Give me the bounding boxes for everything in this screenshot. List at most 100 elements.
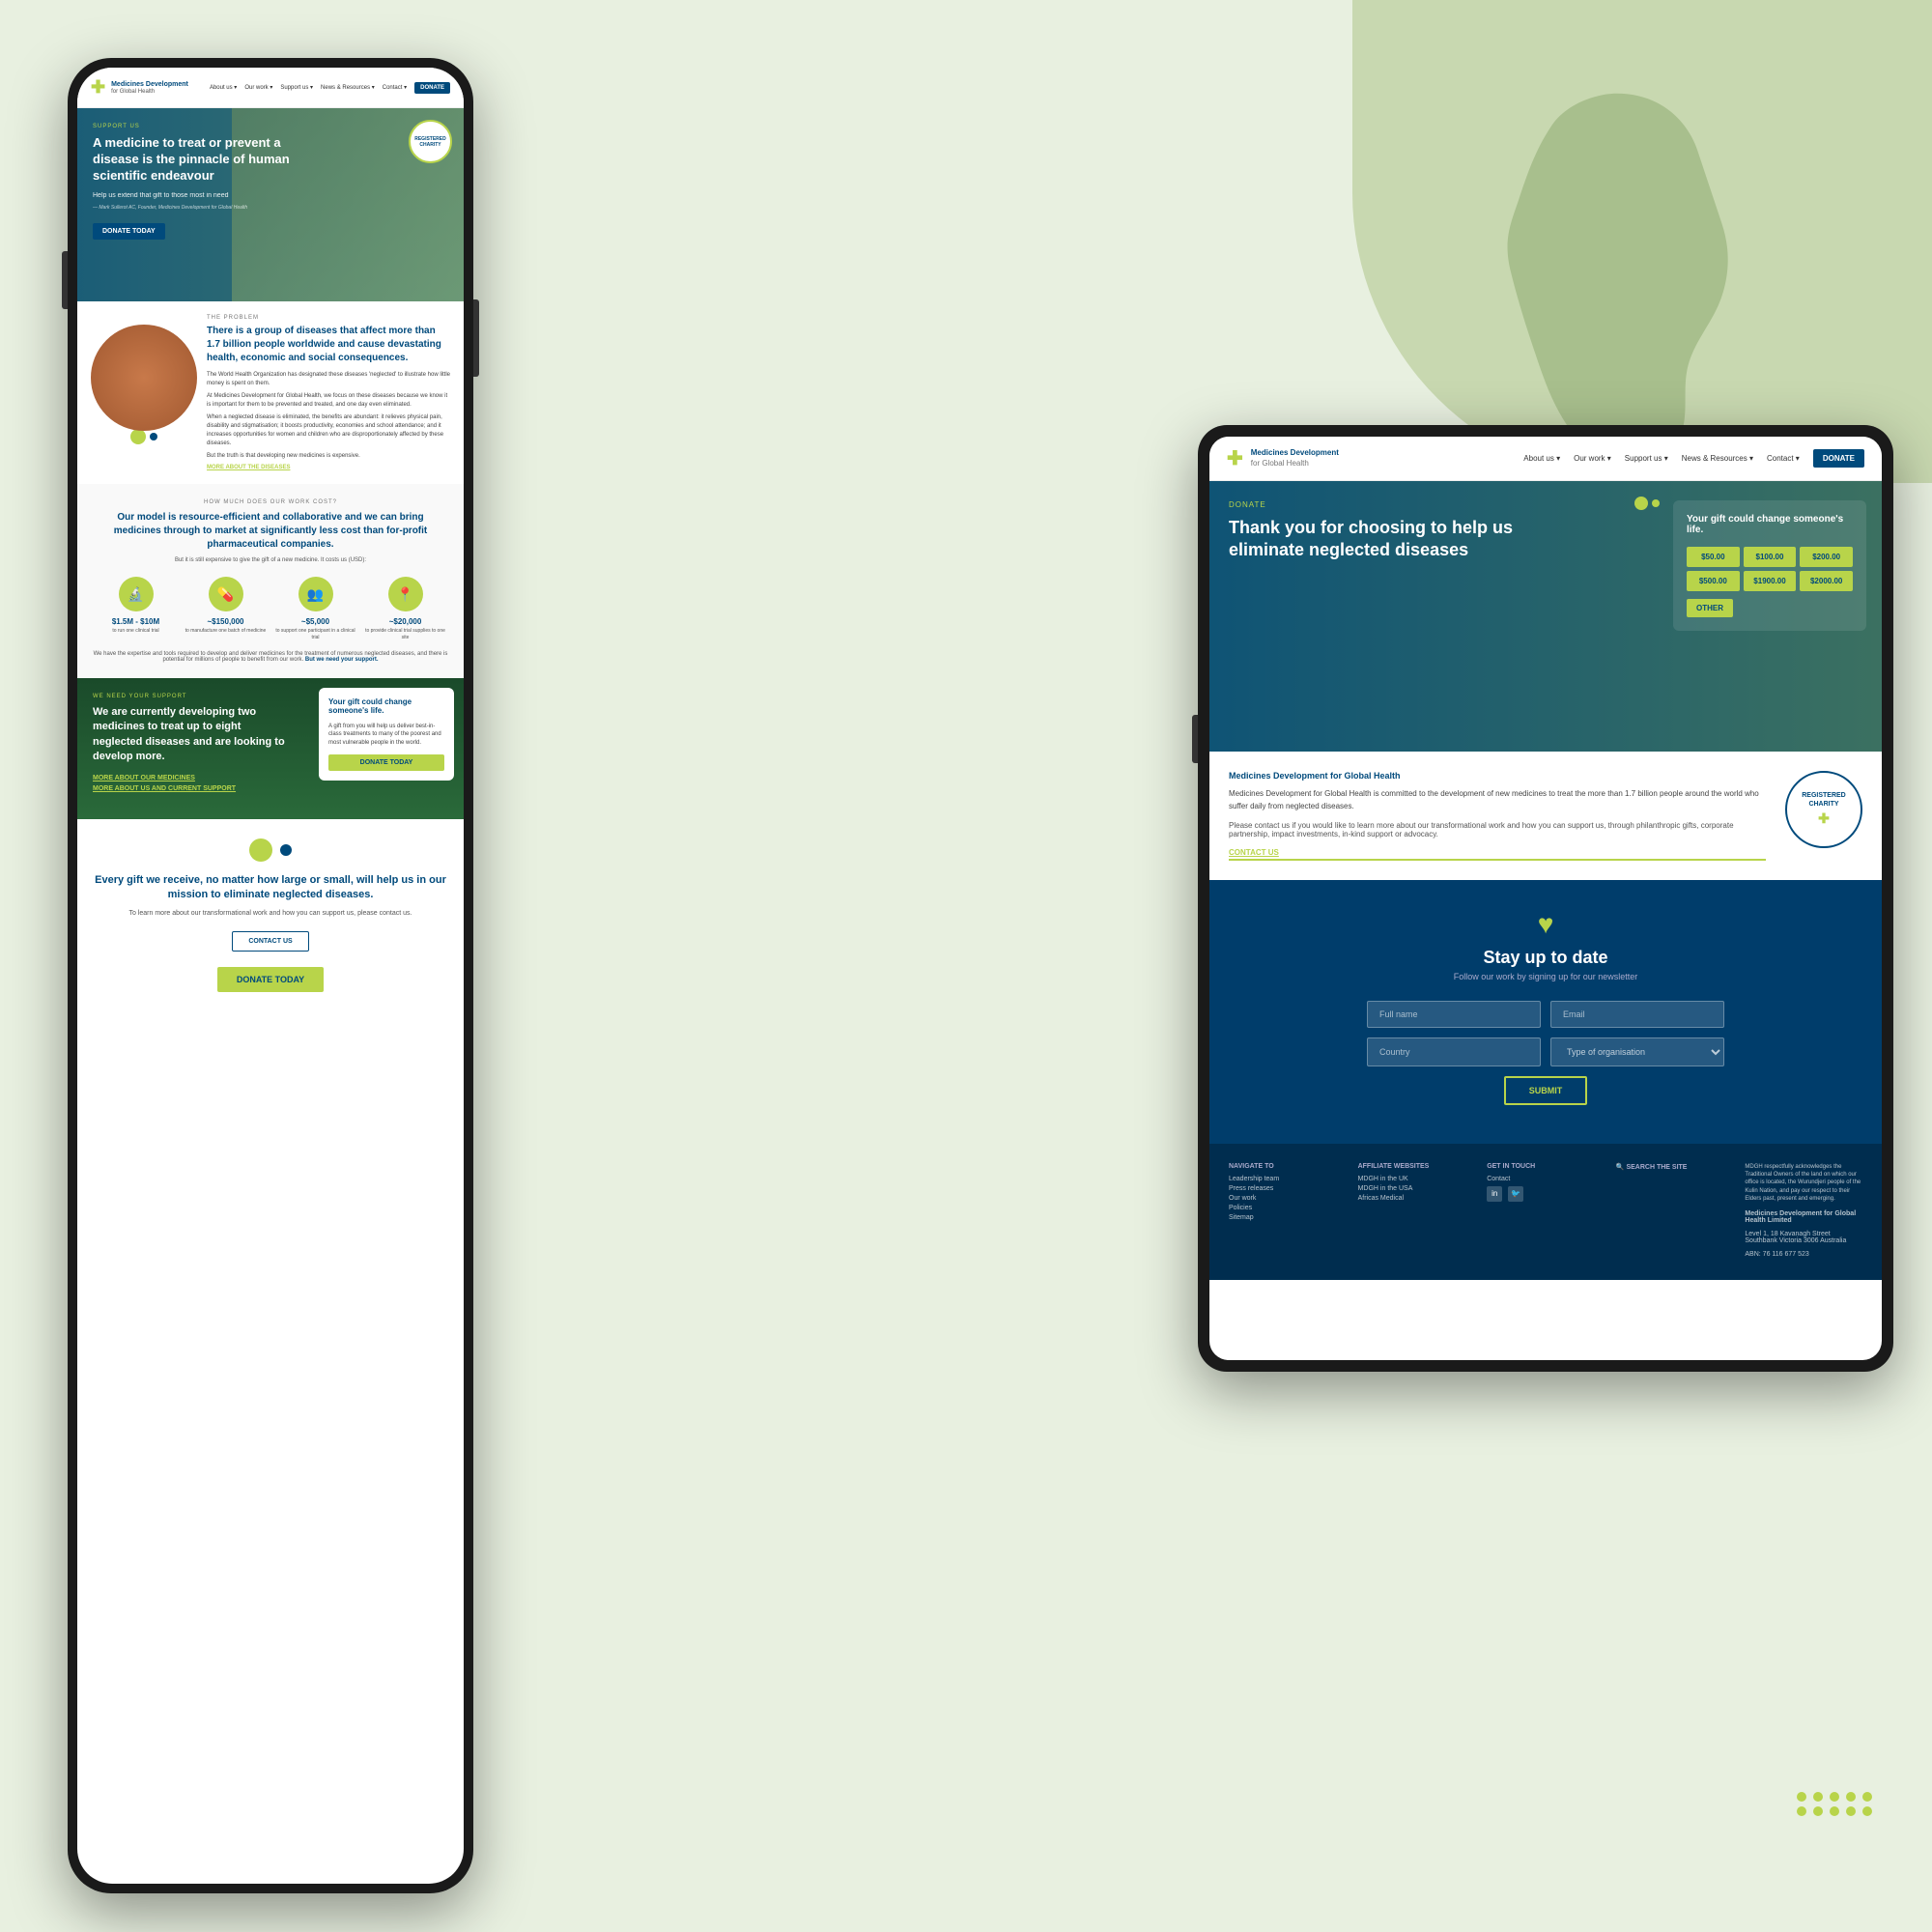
newsletter-email-input[interactable] — [1550, 1001, 1724, 1028]
footer-social-links: in 🐦 — [1487, 1186, 1605, 1202]
phone-nav-work[interactable]: Our work ▾ — [244, 84, 272, 91]
footer-col-search: 🔍 Search the site — [1616, 1163, 1734, 1261]
phone-volume-button — [62, 251, 68, 309]
gift-amount-200[interactable]: $200.00 — [1800, 547, 1853, 567]
footer-link-africas-medical[interactable]: Africas Medical — [1358, 1195, 1476, 1202]
tablet-gift-panel-title: Your gift could change someone's life. — [1687, 514, 1853, 535]
phone-problem-circle-img — [91, 325, 197, 431]
tablet-device: ✚ Medicines Development for Global Healt… — [1198, 425, 1893, 1372]
footer-link-policies[interactable]: Policies — [1229, 1205, 1347, 1211]
phone-problem-body2: When a neglected disease is eliminated, … — [207, 413, 450, 448]
tablet-nav-about[interactable]: About us ▾ — [1523, 454, 1560, 463]
tablet-newsletter-form-row3: SUBMIT — [1248, 1076, 1843, 1105]
tablet-nav-donate-button[interactable]: DONATE — [1813, 449, 1864, 468]
phone-problem-link[interactable]: MORE ABOUT THE DISEASES — [207, 465, 450, 470]
phone-hero-subtitle: Help us extend that gift to those most i… — [93, 192, 288, 199]
phone-nav-contact[interactable]: Contact ▾ — [383, 84, 407, 91]
tablet-contact-link[interactable]: CONTACT US — [1229, 848, 1766, 861]
decor-circle-large — [249, 838, 272, 862]
cost-item-trial: 🔬 $1.5M - $10M to run one clinical trial — [93, 577, 179, 641]
phone-logo: ✚ Medicines Development for Global Healt… — [91, 77, 188, 98]
footer-link-contact[interactable]: Contact — [1487, 1176, 1605, 1182]
footer-link-sitemap[interactable]: Sitemap — [1229, 1214, 1347, 1221]
phone-support-title: We are currently developing two medicine… — [93, 705, 288, 765]
phone-gift-box: Your gift could change someone's life. A… — [319, 688, 454, 781]
decorative-dot-yellow — [130, 429, 146, 444]
tablet-logo-text-block: Medicines Development for Global Health — [1251, 448, 1339, 469]
phone-nav-donate-button[interactable]: DONATE — [414, 82, 450, 94]
tablet-newsletter-form-row2: Type of organisation — [1248, 1037, 1843, 1066]
gift-amount-50[interactable]: $50.00 — [1687, 547, 1740, 567]
tablet-about-org-name: Medicines Development for Global Health — [1229, 771, 1766, 781]
footer-link-mdgh-uk[interactable]: MDGH in the UK — [1358, 1176, 1476, 1182]
phone-nav-support[interactable]: Support us ▾ — [280, 84, 313, 91]
tablet-nav-news[interactable]: News & Resources ▾ — [1682, 454, 1753, 463]
newsletter-full-name-input[interactable] — [1367, 1001, 1541, 1028]
footer-link-press[interactable]: Press releases — [1229, 1185, 1347, 1192]
newsletter-org-type-select[interactable]: Type of organisation — [1550, 1037, 1724, 1066]
tablet-nav-contact[interactable]: Contact ▾ — [1767, 454, 1800, 463]
newsletter-heart-icon: ♥ — [1248, 909, 1843, 940]
tablet-hero-content: DONATE Thank you for choosing to help us… — [1209, 481, 1579, 589]
phone-every-gift-section: Every gift we receive, no matter how lar… — [77, 819, 464, 1012]
cost-desc-batch: to manufacture one batch of medicine — [183, 628, 269, 635]
phone-hero-donate-button[interactable]: DONATE TODAY — [93, 223, 165, 240]
tablet-about-section: Medicines Development for Global Health … — [1209, 752, 1882, 880]
footer-col-info: MDGH respectfully acknowledges the Tradi… — [1745, 1163, 1862, 1261]
newsletter-submit-button[interactable]: SUBMIT — [1504, 1076, 1588, 1105]
footer-twitter-icon[interactable]: 🐦 — [1508, 1186, 1523, 1202]
tablet-nav-support[interactable]: Support us ▾ — [1625, 454, 1668, 463]
phone-problem-image — [91, 315, 197, 470]
phone-hero-section: SUPPORT US A medicine to treat or preven… — [77, 108, 464, 301]
footer-col-navigate: Navigate to Leadership team Press releas… — [1229, 1163, 1347, 1261]
cost-item-participant: 👥 ~$5,000 to support one participant in … — [272, 577, 358, 641]
gift-amount-100[interactable]: $100.00 — [1744, 547, 1797, 567]
decorative-dot-blue — [150, 433, 157, 440]
newsletter-country-input[interactable] — [1367, 1037, 1541, 1066]
tablet-logo: ✚ Medicines Development for Global Healt… — [1227, 446, 1339, 470]
gift-amount-2000[interactable]: $2000.00 — [1800, 571, 1853, 591]
phone-charity-badge: REGISTERED CHARITY — [409, 120, 452, 163]
footer-abn: ABN: 76 116 677 523 — [1745, 1251, 1862, 1258]
phone-current-support-link[interactable]: MORE ABOUT US AND CURRENT SUPPORT — [93, 785, 448, 792]
phone-nav-about[interactable]: About us ▾ — [210, 84, 237, 91]
tablet-newsletter-sub: Follow our work by signing up for our ne… — [1248, 972, 1843, 981]
phone-hero-title: A medicine to treat or prevent a disease… — [93, 135, 306, 185]
cost-amount-site: ~$20,000 — [362, 617, 448, 626]
phone-navbar: ✚ Medicines Development for Global Healt… — [77, 68, 464, 108]
tablet-hero-decor-dots — [1634, 497, 1660, 510]
cost-item-batch: 💊 ~$150,000 to manufacture one batch of … — [183, 577, 269, 641]
tablet-logo-cross-icon: ✚ — [1227, 446, 1243, 470]
tablet-gift-amounts-grid: $50.00 $100.00 $200.00 $500.00 $1900.00 … — [1687, 547, 1853, 591]
cost-icon-pill: 💊 — [209, 577, 243, 611]
footer-link-leadership[interactable]: Leadership team — [1229, 1176, 1347, 1182]
phone-gift-text: A gift from you will help us deliver bes… — [328, 723, 444, 747]
phone-hero-support-label: SUPPORT US — [93, 124, 448, 129]
phone-gift-donate-button[interactable]: DONATE TODAY — [328, 754, 444, 771]
phone-power-button — [473, 299, 479, 377]
phone-every-gift-donate-button[interactable]: DONATE TODAY — [217, 967, 324, 992]
footer-link-mdgh-usa[interactable]: MDGH in the USA — [1358, 1185, 1476, 1192]
footer-link-work[interactable]: Our work — [1229, 1195, 1347, 1202]
phone-cost-footer: We have the expertise and tools required… — [93, 651, 448, 663]
tablet-gift-panel: Your gift could change someone's life. $… — [1673, 500, 1866, 631]
tablet-nav-work[interactable]: Our work ▾ — [1574, 454, 1611, 463]
phone-device: ✚ Medicines Development for Global Healt… — [68, 58, 473, 1893]
gift-other-button[interactable]: OTHER — [1687, 599, 1733, 617]
tablet-about-desc2: Please contact us if you would like to l… — [1229, 821, 1766, 838]
tablet-nav-links: About us ▾ Our work ▾ Support us ▾ News … — [1523, 449, 1864, 468]
gift-amount-1900[interactable]: $1900.00 — [1744, 571, 1797, 591]
tablet-footer-links: Navigate to Leadership team Press releas… — [1209, 1144, 1882, 1280]
cost-icon-participant: 👥 — [298, 577, 333, 611]
footer-affiliate-title: Affiliate websites — [1358, 1163, 1476, 1170]
phone-problem-label: THE PROBLEM — [207, 315, 450, 321]
phone-nav-news[interactable]: News & Resources ▾ — [321, 84, 375, 91]
phone-cost-section: HOW MUCH DOES OUR WORK COST? Our model i… — [77, 484, 464, 678]
phone-every-gift-contact-button[interactable]: CONTACT US — [232, 931, 308, 952]
africa-shape — [1449, 77, 1816, 483]
tablet-navbar: ✚ Medicines Development for Global Healt… — [1209, 437, 1882, 481]
cost-desc-site: to provide clinical trial supplies to on… — [362, 628, 448, 641]
gift-amount-500[interactable]: $500.00 — [1687, 571, 1740, 591]
footer-linkedin-icon[interactable]: in — [1487, 1186, 1502, 1202]
phone-hero-content: SUPPORT US A medicine to treat or preven… — [77, 108, 464, 255]
